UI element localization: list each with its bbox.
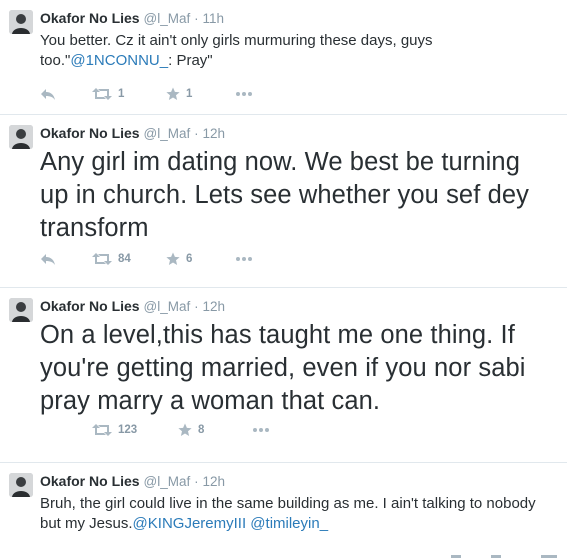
mention-link[interactable]: @1NCONNU_	[70, 52, 168, 69]
retweet-count: 123	[118, 424, 138, 436]
retweet-icon	[92, 88, 112, 100]
avatar[interactable]	[9, 125, 33, 149]
tweet-actions: 84 6	[40, 249, 340, 269]
author-handle[interactable]: @l_Maf	[143, 474, 190, 489]
retweet-icon	[92, 253, 112, 265]
tweet-actions: 1 1	[40, 84, 340, 104]
tweet-text: Bruh, the girl could live in the same bu…	[40, 494, 553, 534]
retweet-count: 1	[118, 88, 125, 100]
timestamp[interactable]: 12h	[202, 474, 225, 489]
author-handle[interactable]: @l_Maf	[143, 11, 190, 26]
timestamp[interactable]: 11h	[202, 11, 224, 26]
timestamp[interactable]: 12h	[202, 126, 225, 141]
more-button[interactable]	[235, 84, 253, 104]
mention-link[interactable]: @KINGJeremyIII	[133, 515, 247, 532]
more-button[interactable]	[252, 420, 270, 440]
reply-button[interactable]	[40, 420, 56, 440]
reply-button[interactable]	[40, 84, 56, 104]
more-dots-icon	[253, 428, 269, 432]
tweet-actions: 123 8	[40, 420, 340, 440]
partial-action-icons	[451, 555, 557, 558]
author-name[interactable]: Okafor No Lies	[40, 298, 140, 314]
retweet-button[interactable]: 84	[92, 249, 131, 269]
retweet-count: 84	[118, 253, 131, 265]
tweet[interactable]: Okafor No Lies @l_Maf · 12h On a level,t…	[0, 288, 567, 463]
mention-link[interactable]: @timileyin_	[250, 515, 328, 532]
tweet-header: Okafor No Lies @l_Maf · 12h	[40, 473, 226, 489]
timestamp[interactable]: 12h	[202, 299, 225, 314]
avatar[interactable]	[9, 10, 33, 34]
favorite-count: 1	[186, 88, 193, 100]
favorite-star-icon	[166, 252, 180, 265]
retweet-button[interactable]: 123	[92, 420, 137, 440]
more-dots-icon	[236, 92, 252, 96]
author-handle[interactable]: @l_Maf	[143, 299, 190, 314]
avatar[interactable]	[9, 473, 33, 497]
reply-button[interactable]	[40, 249, 56, 269]
retweet-button[interactable]: 1	[92, 84, 124, 104]
tweet-text: You better. Cz it ain't only girls murmu…	[40, 31, 553, 71]
favorite-star-icon	[178, 423, 192, 436]
tweet[interactable]: Okafor No Lies @l_Maf · 12h Bruh, the gi…	[0, 463, 567, 558]
tweet-text: On a level,this has taught me one thing.…	[40, 321, 526, 415]
favorite-count: 6	[186, 253, 193, 265]
avatar[interactable]	[9, 298, 33, 322]
favorite-count: 8	[198, 424, 205, 436]
tweet[interactable]: Okafor No Lies @l_Maf · 11h You better. …	[0, 0, 567, 115]
favorite-button[interactable]: 1	[166, 84, 192, 104]
favorite-star-icon	[166, 87, 180, 100]
reply-icon	[40, 423, 56, 437]
more-button[interactable]	[235, 249, 253, 269]
tweet-header: Okafor No Lies @l_Maf · 11h	[40, 10, 225, 26]
tweet-header: Okafor No Lies @l_Maf · 12h	[40, 298, 226, 314]
retweet-icon	[92, 424, 112, 436]
author-handle[interactable]: @l_Maf	[143, 126, 190, 141]
tweet-text: Any girl im dating now. We best be turni…	[40, 148, 529, 242]
reply-icon	[41, 254, 55, 265]
tweet-header: Okafor No Lies @l_Maf · 12h	[40, 125, 226, 141]
favorite-button[interactable]: 8	[178, 420, 204, 440]
author-name[interactable]: Okafor No Lies	[40, 473, 140, 489]
favorite-button[interactable]: 6	[166, 249, 192, 269]
more-dots-icon	[236, 257, 252, 261]
tweet-text-part: : Pray"	[168, 52, 213, 69]
author-name[interactable]: Okafor No Lies	[40, 125, 140, 141]
tweet[interactable]: Okafor No Lies @l_Maf · 12h Any girl im …	[0, 115, 567, 288]
author-name[interactable]: Okafor No Lies	[40, 10, 140, 26]
reply-icon	[41, 89, 55, 100]
